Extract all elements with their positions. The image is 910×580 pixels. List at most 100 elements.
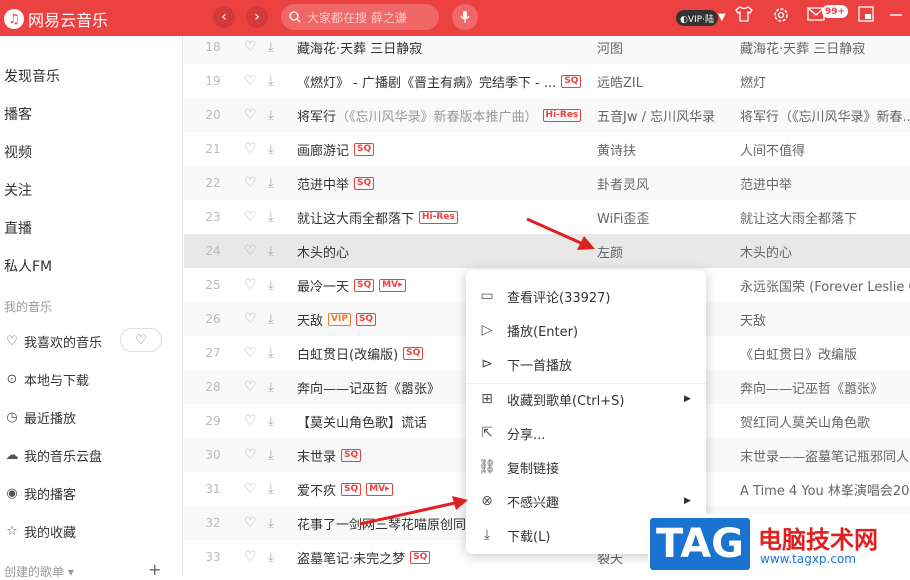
like-icon[interactable]: ♡ <box>244 175 257 191</box>
menu-item-share[interactable]: ⇱ 分享... <box>466 416 706 450</box>
sidebar-item-podcast[interactable]: 播客 <box>4 104 32 124</box>
download-icon[interactable]: ⤓ <box>268 142 274 157</box>
album-link[interactable]: 就让这大雨全都落下 <box>740 208 910 227</box>
song-title[interactable]: 藏海花·天葬 三日静寂 <box>297 38 589 57</box>
download-icon[interactable]: ⤓ <box>268 210 274 225</box>
sidebar-item-liked-music[interactable]: ♡ 我喜欢的音乐 <box>4 332 102 351</box>
download-icon[interactable]: ⤓ <box>268 40 274 55</box>
table-row[interactable]: 24 ♡ ⤓ 木头的心 左颜 木头的心 <box>184 234 910 268</box>
sidebar-item-video[interactable]: 视频 <box>4 142 32 162</box>
download-icon[interactable]: ⤓ <box>268 482 274 497</box>
minimize-icon[interactable] <box>888 6 904 26</box>
table-row[interactable]: 18 ♡ ⤓ 藏海花·天葬 三日静寂 河图 藏海花·天葬 三日静寂 <box>184 36 910 64</box>
like-icon[interactable]: ♡ <box>244 345 257 361</box>
album-link[interactable]: 范进中举 <box>740 174 910 193</box>
sidebar-item-my-collection[interactable]: ☆ 我的收藏 <box>4 522 76 541</box>
like-icon[interactable]: ♡ <box>244 209 257 225</box>
table-row[interactable]: 23 ♡ ⤓ 就让这大雨全都落下 Hi-Res WiFi歪歪 就让这大雨全都落下 <box>184 200 910 234</box>
voice-search-button[interactable] <box>452 4 478 30</box>
download-icon[interactable]: ⤓ <box>268 550 274 565</box>
artist-link[interactable]: 五音Jw / 忘川风华录 <box>597 106 733 125</box>
download-icon[interactable]: ⤓ <box>268 516 274 531</box>
menu-item-link[interactable]: ⛓ 复制链接 <box>466 450 706 484</box>
like-icon[interactable]: ♡ <box>244 481 257 497</box>
download-icon[interactable]: ⤓ <box>268 448 274 463</box>
sidebar-item-live[interactable]: 直播 <box>4 218 32 238</box>
settings-icon[interactable] <box>772 6 790 28</box>
album-link[interactable]: 藏海花·天葬 三日静寂 <box>740 38 910 57</box>
search-input[interactable]: 大家都在搜 薛之谦 <box>281 4 439 30</box>
artist-link[interactable]: 河图 <box>597 38 733 57</box>
artist-link[interactable]: 卦者灵风 <box>597 174 733 193</box>
menu-item-comment[interactable]: ▭ 查看评论(33927) <box>466 279 706 313</box>
download-icon[interactable]: ⤓ <box>268 414 274 429</box>
like-icon[interactable]: ♡ <box>244 277 257 293</box>
album-link[interactable]: 永远张国荣 (Forever Leslie C... <box>740 276 910 295</box>
quality-tag[interactable]: MV▸ <box>366 482 393 496</box>
sidebar-item-my-podcast[interactable]: ◉ 我的播客 <box>4 484 76 503</box>
album-link[interactable]: 木头的心 <box>740 242 910 261</box>
download-icon[interactable]: ⤓ <box>268 312 274 327</box>
download-icon[interactable]: ⤓ <box>268 74 274 89</box>
table-row[interactable]: 22 ♡ ⤓ 范进中举 SQ 卦者灵风 范进中举 <box>184 166 910 200</box>
menu-item-play[interactable]: ▷ 播放(Enter) <box>466 313 706 347</box>
back-button[interactable]: ‹ <box>213 6 235 28</box>
like-icon[interactable]: ♡ <box>244 243 257 259</box>
sidebar-item-local-download[interactable]: ⊙ 本地与下载 <box>4 370 89 389</box>
like-icon[interactable]: ♡ <box>244 549 257 565</box>
sidebar-item-personal-fm[interactable]: 私人FM <box>4 256 52 276</box>
sidebar-item-follow[interactable]: 关注 <box>4 180 32 200</box>
download-icon[interactable]: ⤓ <box>268 244 274 259</box>
like-icon[interactable]: ♡ <box>244 379 257 395</box>
menu-item-not-interested[interactable]: ⊗ 不感兴趣 ▶ <box>466 484 706 518</box>
artist-link[interactable]: 左颜 <box>597 242 733 261</box>
table-row[interactable]: 21 ♡ ⤓ 画廊游记 SQ 黄诗扶 人间不值得 <box>184 132 910 166</box>
album-link[interactable]: 奔向——记巫哲《嚣张》 <box>740 378 910 397</box>
created-playlists-title[interactable]: 创建的歌单 ▾ <box>4 563 74 580</box>
download-icon[interactable]: ⤓ <box>268 108 274 123</box>
like-icon[interactable]: ♡ <box>244 515 257 531</box>
album-link[interactable]: 燃灯 <box>740 72 910 91</box>
song-title[interactable]: 《燃灯》 - 广播剧《晋主有病》完结季下 - ... SQ <box>297 72 589 91</box>
download-icon[interactable]: ⤓ <box>268 346 274 361</box>
like-icon[interactable]: ♡ <box>244 73 257 89</box>
mini-mode-icon[interactable] <box>858 6 874 26</box>
sidebar-item-recent[interactable]: ◷ 最近播放 <box>4 408 76 427</box>
create-playlist-button[interactable]: + <box>148 560 161 579</box>
album-link[interactable]: 人间不值得 <box>740 140 910 159</box>
like-icon[interactable]: ♡ <box>244 413 257 429</box>
song-title[interactable]: 画廊游记 SQ <box>297 140 589 159</box>
menu-item-add-to-playlist[interactable]: ⊞ 收藏到歌单(Ctrl+S) ▶ <box>466 382 706 416</box>
album-link[interactable]: 末世录——盗墓笔记瓶邪同人... <box>740 446 910 465</box>
like-icon[interactable]: ♡ <box>244 107 257 123</box>
song-title[interactable]: 范进中举 SQ <box>297 174 589 193</box>
artist-link[interactable]: 黄诗扶 <box>597 140 733 159</box>
sidebar-item-cloud-disk[interactable]: ☁ 我的音乐云盘 <box>4 446 103 465</box>
vip-badge[interactable]: ◐VIP·陆 <box>676 10 718 26</box>
song-title[interactable]: 就让这大雨全都落下 Hi-Res <box>297 208 589 227</box>
heart-mode-button[interactable]: ♡ <box>120 328 162 352</box>
song-title[interactable]: 木头的心 <box>297 242 589 261</box>
download-icon[interactable]: ⤓ <box>268 380 274 395</box>
like-icon[interactable]: ♡ <box>244 141 257 157</box>
artist-link[interactable]: 远皓ZIL <box>597 72 733 91</box>
like-icon[interactable]: ♡ <box>244 39 257 55</box>
table-row[interactable]: 19 ♡ ⤓ 《燃灯》 - 广播剧《晋主有病》完结季下 - ... SQ 远皓ZIL 燃灯 <box>184 64 910 98</box>
app-logo[interactable]: ♫ 网易云音乐 <box>4 7 108 31</box>
album-link[interactable]: 天敌 <box>740 310 910 329</box>
quality-tag[interactable]: MV▸ <box>379 278 406 292</box>
like-icon[interactable]: ♡ <box>244 447 257 463</box>
menu-item-play-next[interactable]: ⊳ 下一首播放 <box>466 347 706 381</box>
album-link[interactable]: 《白虹贯日》改编版 <box>740 344 910 363</box>
song-title[interactable]: 将军行 （《忘川风华录》新春版本推广曲） Hi-Res <box>297 106 589 125</box>
artist-link[interactable]: WiFi歪歪 <box>597 208 733 227</box>
table-row[interactable]: 20 ♡ ⤓ 将军行 （《忘川风华录》新春版本推广曲） Hi-Res 五音Jw / 忘川风华… <box>184 98 910 132</box>
album-link[interactable]: A Time 4 You 林峯演唱会2013 <box>740 480 910 499</box>
account-dropdown-icon[interactable]: ▼ <box>718 12 726 23</box>
sidebar-item-discover[interactable]: 发现音乐 <box>4 66 60 86</box>
album-link[interactable]: 贺红同人莫关山角色歌 <box>740 412 910 431</box>
skin-icon[interactable] <box>735 6 753 26</box>
download-icon[interactable]: ⤓ <box>268 278 274 293</box>
forward-button[interactable]: › <box>246 6 268 28</box>
download-icon[interactable]: ⤓ <box>268 176 274 191</box>
